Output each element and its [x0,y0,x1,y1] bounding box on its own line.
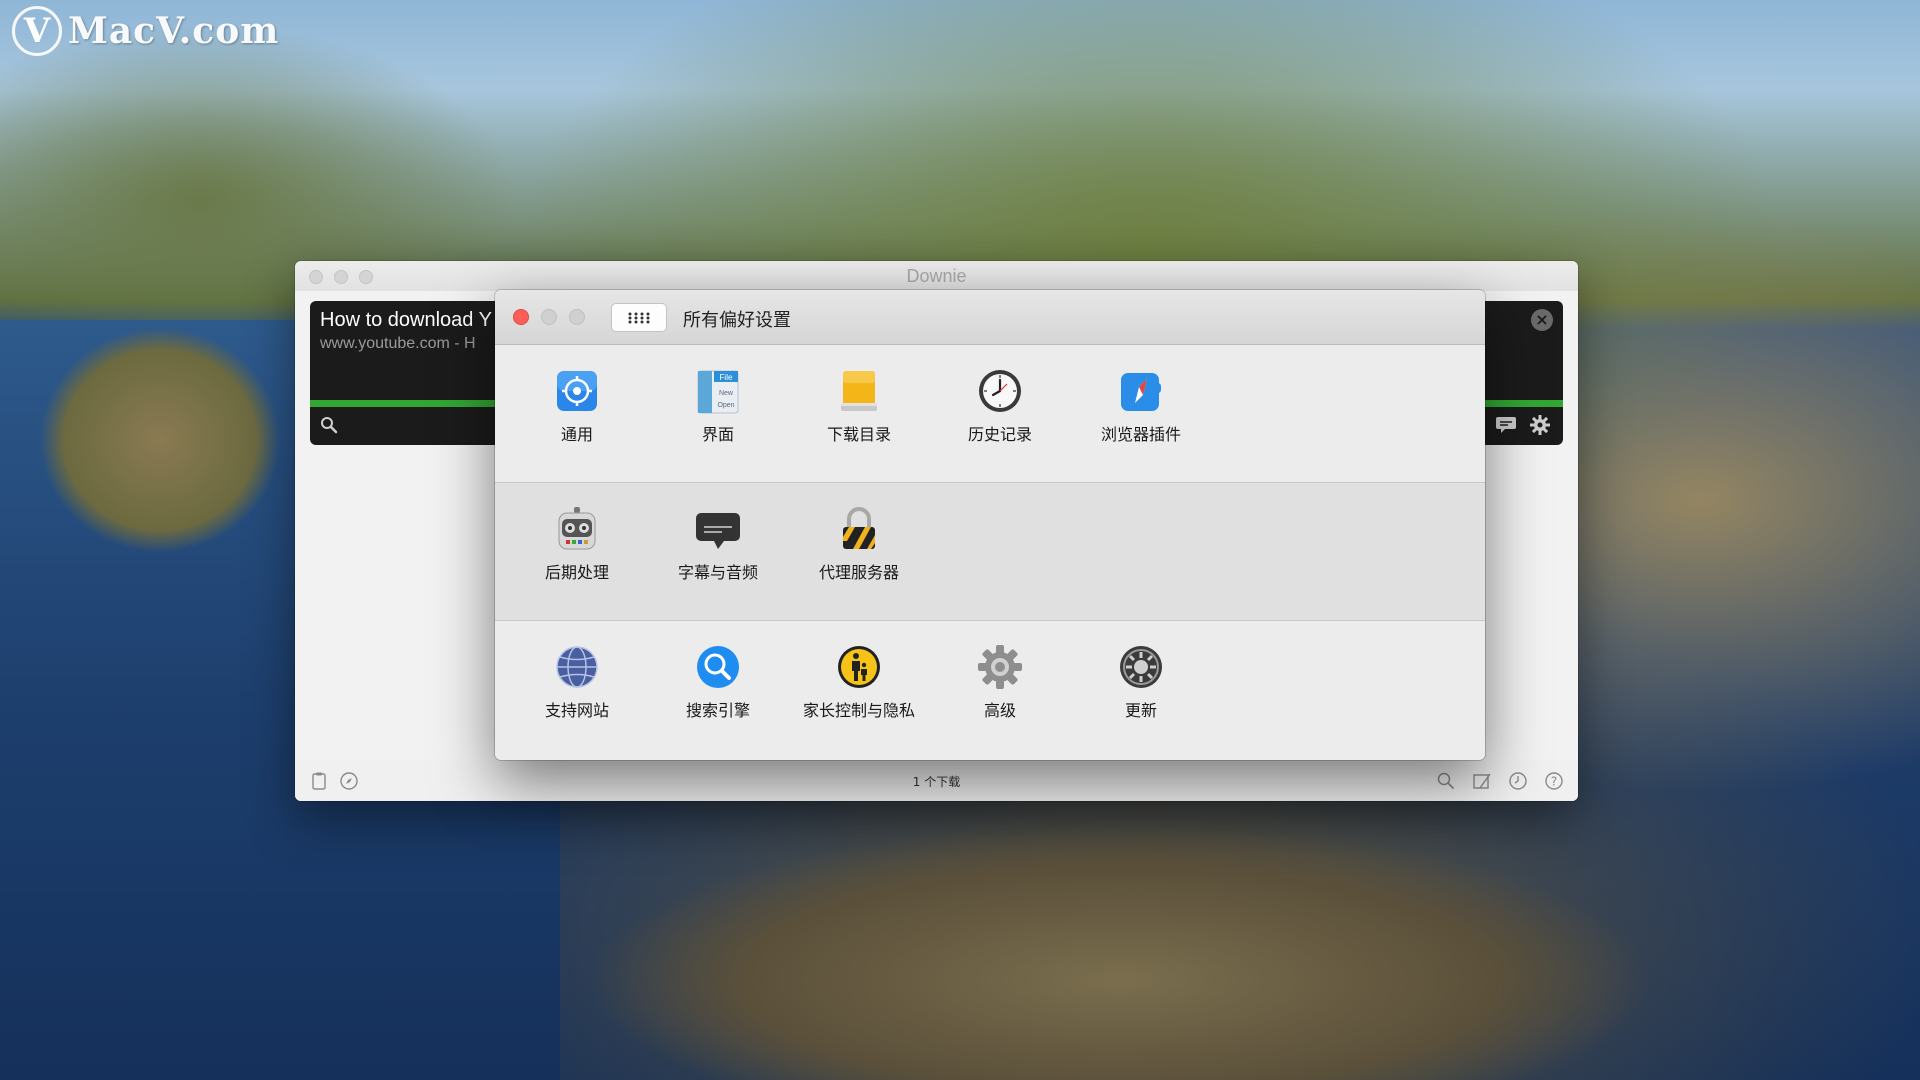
magnifier-icon[interactable] [320,416,338,434]
pref-label: 更新 [1124,701,1157,720]
svg-text:New: New [719,390,734,397]
pref-browser-extensions[interactable]: 浏览器插件 [1076,367,1206,445]
preferences-toolbar[interactable]: 所有偏好设置 [495,290,1485,345]
download-remove-button[interactable]: × [1531,309,1553,331]
parental-control-icon [838,646,880,688]
downie-zoom-button[interactable] [359,270,373,284]
downie-minimize-button[interactable] [334,270,348,284]
pref-label: 搜索引擎 [685,701,750,720]
preferences-section-1: 通用 File New Open 界面 下载目录 历史记录 浏览器插件 [495,345,1485,483]
pref-label: 支持网站 [544,701,609,720]
svg-text:Open: Open [717,402,734,409]
desktop-rocks [560,800,1920,1080]
gear-app-icon [557,371,597,411]
preferences-zoom-button [569,309,585,325]
clock-icon [979,370,1021,412]
preferences-minimize-button [541,309,557,325]
download-count-status: 1 个下载 [912,774,961,789]
watermark-logo-mark: V [12,6,62,56]
show-all-button[interactable] [611,303,667,332]
downie-window-controls [309,270,373,284]
caption-bubble-icon[interactable] [1495,416,1517,434]
download-subtitle: www.youtube.com - H [320,335,476,352]
search-icon [697,646,739,688]
pref-parental-controls-privacy[interactable]: 家长控制与隐私 [794,643,924,721]
pref-history[interactable]: 历史记录 [935,367,1065,445]
watermark-logo-text: MacV.com [68,10,280,52]
padlock-icon [843,507,875,549]
search-icon[interactable] [1436,771,1456,791]
pref-label: 后期处理 [544,563,609,582]
footer-right-tools: ? [1436,771,1564,791]
pref-updates[interactable]: 更新 [1076,643,1206,721]
help-icon[interactable]: ? [1544,771,1564,791]
cog-icon [978,645,1022,689]
site-watermark: V MacV.com [12,6,279,56]
desktop-cliff [0,300,300,580]
postprocess-icon[interactable] [1472,771,1492,791]
footer-left-tools [309,771,359,791]
preferences-window-controls [513,309,585,325]
downie-close-button[interactable] [309,270,323,284]
pref-proxy-server[interactable]: 代理服务器 [794,505,924,583]
pref-label: 通用 [560,425,593,444]
pref-search-engines[interactable]: 搜索引擎 [653,643,783,721]
pref-label: 界面 [701,425,734,444]
pref-label: 高级 [983,701,1016,720]
file-menu-icon: File New Open [697,370,739,414]
preferences-close-button[interactable] [513,309,529,325]
drive-icon [841,371,877,411]
pref-label: 下载目录 [826,425,891,444]
pref-post-processing[interactable]: 后期处理 [512,505,642,583]
download-title: How to download Y [320,309,492,331]
pref-general[interactable]: 通用 [512,367,642,445]
pref-supported-sites[interactable]: 支持网站 [512,643,642,721]
preferences-window: 所有偏好设置 通用 File New Open 界面 下载目录 历史记录 浏览器… [495,290,1485,760]
downie-window-title: Downie [906,265,967,286]
history-clock-icon[interactable] [1508,771,1528,791]
svg-text:File: File [720,373,733,382]
pref-label: 历史记录 [967,425,1032,444]
pref-interface[interactable]: File New Open 界面 [653,367,783,445]
grid-icon [628,312,650,323]
pref-label: 字幕与音频 [677,563,758,582]
update-icon [1120,646,1162,688]
downie-footer: 1 个下载 ? [295,761,1578,801]
downie-titlebar[interactable]: Downie [295,261,1578,291]
gear-icon[interactable] [1529,414,1551,436]
preferences-section-3: 支持网站 搜索引擎 家长控制与隐私 高级 更新 [495,621,1485,759]
preferences-title: 所有偏好设置 [683,310,791,331]
compass-icon[interactable] [339,771,359,791]
svg-text:?: ? [1551,775,1557,789]
pref-downloads-folder[interactable]: 下载目录 [794,367,924,445]
pref-advanced[interactable]: 高级 [935,643,1065,721]
pref-label: 家长控制与隐私 [802,701,915,720]
safari-compass-icon [1121,373,1161,411]
subtitle-icon [696,513,740,549]
pref-label: 代理服务器 [818,563,899,582]
globe-icon [556,646,598,688]
pref-label: 浏览器插件 [1100,425,1181,444]
clipboard-icon[interactable] [309,771,329,791]
pref-subtitles-audio[interactable]: 字幕与音频 [653,505,783,583]
robot-icon [558,507,596,550]
preferences-section-2: 后期处理 字幕与音频 代理服务器 [495,483,1485,621]
